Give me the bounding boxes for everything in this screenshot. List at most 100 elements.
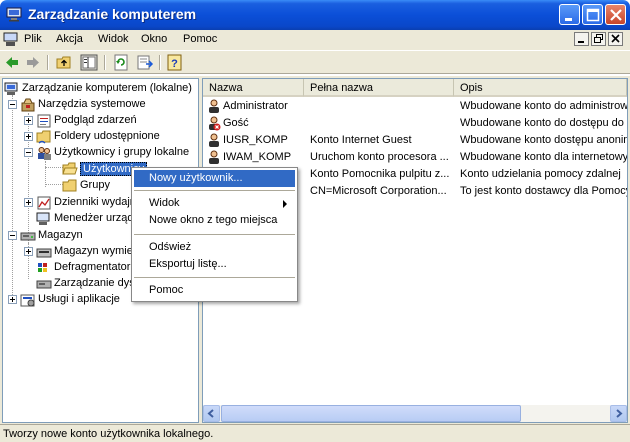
back-arrow-icon[interactable] xyxy=(3,54,21,71)
menu-separator xyxy=(134,190,295,191)
user-description: Konto udzielania pomocy zdalnej xyxy=(460,168,621,180)
menu-view[interactable]: Widok xyxy=(98,33,129,45)
ctx-view[interactable]: Widok xyxy=(134,195,295,212)
folder-icon xyxy=(62,179,77,192)
tree-expand-toggle[interactable] xyxy=(8,295,17,304)
context-menu: Nowy użytkownik... Widok Nowe okno z teg… xyxy=(131,167,298,302)
ctx-export-list[interactable]: Eksportuj listę... xyxy=(134,256,295,273)
disk-management-icon xyxy=(36,280,52,289)
user-description: To jest konto dostawcy dla Pomocy xyxy=(460,185,627,197)
computer-management-icon xyxy=(6,7,22,22)
up-folder-icon[interactable] xyxy=(55,54,73,71)
menu-separator xyxy=(134,277,295,278)
restore-icon xyxy=(594,34,603,43)
tree-node-label: Usługi i aplikacje xyxy=(38,293,120,305)
mdi-restore-button[interactable] xyxy=(591,32,606,46)
list-item[interactable]: IWAM_KOMP Uruchom konto procesora ... Wb… xyxy=(203,149,627,166)
horizontal-scrollbar[interactable] xyxy=(203,405,627,422)
column-header-description[interactable]: Opis xyxy=(454,79,627,97)
user-description: Wbudowane konto dla internetowy xyxy=(460,151,627,163)
users-groups-icon xyxy=(38,147,51,160)
ctx-new-user[interactable]: Nowy użytkownik... xyxy=(134,170,295,187)
tree-node-label: Zarządzanie komputerem (lokalne) xyxy=(22,82,192,94)
removable-storage-icon xyxy=(36,248,52,258)
tree-node-label: Podgląd zdarzeń xyxy=(54,114,137,126)
refresh-icon[interactable] xyxy=(112,54,130,71)
tree-line xyxy=(45,184,63,185)
close-button[interactable] xyxy=(605,4,626,25)
tree-collapse-toggle[interactable] xyxy=(8,231,17,240)
tree-expand-toggle[interactable] xyxy=(24,247,33,256)
computer-management-icon xyxy=(4,82,18,95)
status-bar: Tworzy nowe konto użytkownika lokalnego. xyxy=(0,424,630,442)
menu-file[interactable]: Plik xyxy=(24,33,42,45)
system-tools-icon xyxy=(21,98,35,112)
list-item[interactable]: Gość Wbudowane konto do dostępu do k xyxy=(203,115,627,132)
disabled-user-icon xyxy=(209,116,221,131)
tree-expand-toggle[interactable] xyxy=(24,198,33,207)
mdi-close-button[interactable] xyxy=(608,32,623,46)
minimize-icon xyxy=(565,18,572,21)
user-description: Wbudowane konto do dostępu do k xyxy=(460,117,627,129)
tree-collapse-toggle[interactable] xyxy=(24,148,33,157)
open-folder-icon xyxy=(62,162,78,175)
ctx-new-window[interactable]: Nowe okno z tego miejsca xyxy=(134,212,295,229)
shared-folder-icon xyxy=(36,130,51,144)
svg-text:?: ? xyxy=(171,58,178,70)
user-full-name: Konto Pomocnika pulpitu z... xyxy=(310,168,450,180)
user-full-name: Konto Internet Guest xyxy=(310,134,412,146)
user-name: IWAM_KOMP xyxy=(223,151,292,163)
user-full-name: CN=Microsoft Corporation... xyxy=(310,185,447,197)
user-description: Wbudowane konto dostępu anonim xyxy=(460,134,627,146)
menu-separator xyxy=(134,234,295,235)
export-list-icon[interactable] xyxy=(136,54,154,71)
menu-window[interactable]: Okno xyxy=(141,33,167,45)
user-name: Administrator xyxy=(223,100,288,112)
tree-collapse-toggle[interactable] xyxy=(8,100,17,109)
menu-action[interactable]: Akcja xyxy=(56,33,83,45)
toolbar-separator xyxy=(104,55,106,70)
user-description: Wbudowane konto do administrowania xyxy=(460,100,627,112)
tree-line xyxy=(45,167,63,168)
device-manager-icon xyxy=(36,212,50,225)
help-icon[interactable]: ? xyxy=(166,54,184,71)
scroll-left-icon xyxy=(207,409,214,418)
title-bar[interactable]: Zarządzanie komputerem xyxy=(0,0,630,30)
tree-node-label: Grupy xyxy=(80,179,110,191)
minimize-icon xyxy=(578,41,584,43)
tree-expand-toggle[interactable] xyxy=(24,132,33,141)
menu-bar: Plik Akcja Widok Okno Pomoc xyxy=(0,30,630,50)
toolbar-separator xyxy=(47,55,49,70)
minimize-button[interactable] xyxy=(559,4,580,25)
close-icon xyxy=(611,34,620,43)
user-name: IUSR_KOMP xyxy=(223,134,288,146)
scroll-thumb[interactable] xyxy=(221,405,521,422)
console-icon[interactable] xyxy=(3,32,19,47)
close-icon xyxy=(610,9,622,21)
services-apps-icon xyxy=(20,294,35,307)
user-icon xyxy=(209,99,219,113)
tree-node-label: Magazyn xyxy=(38,229,83,241)
user-full-name: Uruchom konto procesora ... xyxy=(310,151,449,163)
column-header-name[interactable]: Nazwa xyxy=(203,79,304,97)
scroll-right-icon xyxy=(616,409,623,418)
maximize-button[interactable] xyxy=(582,4,603,25)
ctx-help[interactable]: Pomoc xyxy=(134,282,295,299)
tree-line xyxy=(12,95,13,295)
storage-icon xyxy=(20,232,36,241)
ctx-refresh[interactable]: Odśwież xyxy=(134,239,295,256)
forward-arrow-icon[interactable] xyxy=(24,54,42,71)
ctx-view-label: Widok xyxy=(149,197,180,209)
status-text: Tworzy nowe konto użytkownika lokalnego. xyxy=(3,428,214,440)
mdi-minimize-button[interactable] xyxy=(574,32,589,46)
scroll-left-button[interactable] xyxy=(203,405,220,422)
list-item[interactable]: Administrator Wbudowane konto do adminis… xyxy=(203,98,627,115)
defragmenter-icon xyxy=(38,263,47,272)
menu-help[interactable]: Pomoc xyxy=(183,33,217,45)
scroll-right-button[interactable] xyxy=(610,405,627,422)
list-item[interactable]: IUSR_KOMP Konto Internet Guest Wbudowane… xyxy=(203,132,627,149)
tree-expand-toggle[interactable] xyxy=(24,116,33,125)
tree-node-label: Narzędzia systemowe xyxy=(38,98,146,110)
show-tree-icon[interactable] xyxy=(80,54,98,71)
column-header-full-name[interactable]: Pełna nazwa xyxy=(304,79,454,97)
